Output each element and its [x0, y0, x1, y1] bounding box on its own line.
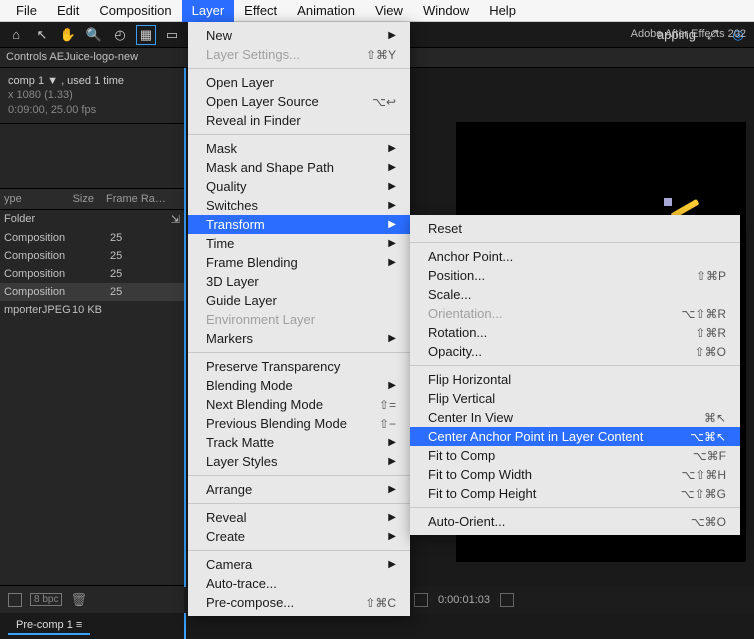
- bin-icon[interactable]: [8, 593, 22, 607]
- col-size-header[interactable]: Size: [58, 189, 98, 209]
- layer-menu-separator: [188, 550, 410, 551]
- transform-menu-auto-orient[interactable]: Auto-Orient...⌥⌘O: [410, 512, 740, 531]
- layer-menu-guide-layer[interactable]: Guide Layer: [188, 291, 410, 310]
- project-row[interactable]: Composition25: [0, 247, 184, 265]
- project-row[interactable]: Composition25: [0, 283, 184, 301]
- timeline-tabs: Pre-comp 1 ≡: [0, 613, 184, 639]
- layer-menu-previous-blending-mode[interactable]: Previous Blending Mode⇧−: [188, 414, 410, 433]
- layer-menu-layer-settings: Layer Settings...⇧⌘Y: [188, 45, 410, 64]
- layer-menu-next-blending-mode[interactable]: Next Blending Mode⇧=: [188, 395, 410, 414]
- layer-menu-reveal[interactable]: Reveal▶: [188, 508, 410, 527]
- layer-menu-preserve-transparency[interactable]: Preserve Transparency: [188, 357, 410, 376]
- menubar-item-file[interactable]: File: [6, 0, 47, 22]
- transform-menu-center-in-view[interactable]: Center In View⌘↖: [410, 408, 740, 427]
- transform-menu-fit-to-comp-height[interactable]: Fit to Comp Height⌥⇧⌘G: [410, 484, 740, 503]
- project-panel: comp 1 ▼ , used 1 time x 1080 (1.33) 0:0…: [0, 68, 184, 639]
- layer-menu-separator: [188, 475, 410, 476]
- comp-info: comp 1 ▼ , used 1 time x 1080 (1.33) 0:0…: [0, 68, 184, 124]
- layer-menu-separator: [188, 68, 410, 69]
- os-menubar: FileEditCompositionLayerEffectAnimationV…: [0, 0, 754, 22]
- transform-menu-scale[interactable]: Scale...: [410, 285, 740, 304]
- layer-menu-open-layer-source[interactable]: Open Layer Source⌥↩: [188, 92, 410, 111]
- layer-menu-open-layer[interactable]: Open Layer: [188, 73, 410, 92]
- transform-menu-orientation: Orientation...⌥⇧⌘R: [410, 304, 740, 323]
- comp-fps-line: 0:09:00, 25.00 fps: [8, 103, 176, 117]
- menubar-item-composition[interactable]: Composition: [89, 0, 181, 22]
- layer-menu-reveal-in-finder[interactable]: Reveal in Finder: [188, 111, 410, 130]
- layer-menu: New▶Layer Settings...⇧⌘Y Open LayerOpen L…: [188, 22, 410, 616]
- layer-menu-quality[interactable]: Quality▶: [188, 177, 410, 196]
- layer-menu-markers[interactable]: Markers▶: [188, 329, 410, 348]
- mask-toggle-icon[interactable]: [414, 593, 428, 607]
- pointer-icon[interactable]: ↖: [32, 25, 52, 45]
- timeline-tab[interactable]: Pre-comp 1 ≡: [8, 617, 90, 635]
- layer-menu-new[interactable]: New▶: [188, 26, 410, 45]
- layer-menu-arrange[interactable]: Arrange▶: [188, 480, 410, 499]
- transform-menu-separator: [410, 365, 740, 366]
- project-footer: 8 bpc 🗑: [0, 585, 184, 613]
- project-header-row: ype Size Frame Ra…: [0, 188, 184, 210]
- transform-menu-separator: [410, 242, 740, 243]
- layer-menu-layer-styles[interactable]: Layer Styles▶: [188, 452, 410, 471]
- transform-menu-separator: [410, 507, 740, 508]
- comp-name-line: comp 1 ▼ , used 1 time: [8, 74, 176, 88]
- layer-menu-mask[interactable]: Mask▶: [188, 139, 410, 158]
- layer-menu-environment-layer: Environment Layer: [188, 310, 410, 329]
- transform-menu-flip-vertical[interactable]: Flip Vertical: [410, 389, 740, 408]
- layer-menu-transform[interactable]: Transform▶: [188, 215, 410, 234]
- transform-menu-center-anchor-point-in-layer-content[interactable]: Center Anchor Point in Layer Content⌥⌘↖: [410, 427, 740, 446]
- menubar-item-window[interactable]: Window: [413, 0, 479, 22]
- bpc-icon[interactable]: 8 bpc: [30, 593, 62, 606]
- rect-icon[interactable]: ▭: [162, 25, 182, 45]
- menubar-item-animation[interactable]: Animation: [287, 0, 365, 22]
- layer-menu-blending-mode[interactable]: Blending Mode▶: [188, 376, 410, 395]
- transform-menu-fit-to-comp-width[interactable]: Fit to Comp Width⌥⇧⌘H: [410, 465, 740, 484]
- layer-menu-camera[interactable]: Camera▶: [188, 555, 410, 574]
- project-row[interactable]: Composition25: [0, 229, 184, 247]
- timecode[interactable]: 0:00:01:03: [438, 594, 490, 606]
- zoom-icon[interactable]: 🔍: [84, 25, 104, 45]
- region-icon[interactable]: ▦: [136, 25, 156, 45]
- layer-menu-frame-blending[interactable]: Frame Blending▶: [188, 253, 410, 272]
- menubar-item-view[interactable]: View: [365, 0, 413, 22]
- col-type-header[interactable]: ype: [0, 189, 58, 209]
- layer-menu-switches[interactable]: Switches▶: [188, 196, 410, 215]
- layer-menu-auto-trace[interactable]: Auto-trace...: [188, 574, 410, 593]
- transform-menu-anchor-point[interactable]: Anchor Point...: [410, 247, 740, 266]
- transform-menu-position[interactable]: Position...⇧⌘P: [410, 266, 740, 285]
- transform-menu-opacity[interactable]: Opacity...⇧⌘O: [410, 342, 740, 361]
- project-row[interactable]: mporterJPEG10 KB: [0, 301, 184, 319]
- project-row[interactable]: Composition25: [0, 265, 184, 283]
- menubar-item-effect[interactable]: Effect: [234, 0, 287, 22]
- project-table: ype Size Frame Ra… Folder ⇲Composition25…: [0, 188, 184, 319]
- col-framerate-header[interactable]: Frame Ra…: [98, 189, 184, 209]
- layer-menu-create[interactable]: Create▶: [188, 527, 410, 546]
- layer-menu-separator: [188, 134, 410, 135]
- transform-menu-rotation[interactable]: Rotation...⇧⌘R: [410, 323, 740, 342]
- orbit-icon[interactable]: ◴: [110, 25, 130, 45]
- menubar-item-edit[interactable]: Edit: [47, 0, 89, 22]
- layer-menu-time[interactable]: Time▶: [188, 234, 410, 253]
- roi-icon[interactable]: [500, 593, 514, 607]
- home-icon[interactable]: ⌂: [6, 25, 26, 45]
- layer-handle[interactable]: [664, 198, 672, 206]
- project-row[interactable]: Folder ⇲: [0, 210, 184, 229]
- layer-menu-separator: [188, 352, 410, 353]
- transform-menu-fit-to-comp[interactable]: Fit to Comp⌥⌘F: [410, 446, 740, 465]
- app-title: Adobe After Effects 202: [631, 28, 746, 40]
- transform-menu-reset[interactable]: Reset: [410, 219, 740, 238]
- transform-submenu: Reset Anchor Point...Position...⇧⌘PScale.…: [410, 215, 740, 535]
- layer-menu-mask-and-shape-path[interactable]: Mask and Shape Path▶: [188, 158, 410, 177]
- menubar-item-layer[interactable]: Layer: [182, 0, 235, 22]
- menubar-item-help[interactable]: Help: [479, 0, 526, 22]
- layer-menu-track-matte[interactable]: Track Matte▶: [188, 433, 410, 452]
- layer-menu-separator: [188, 503, 410, 504]
- hand-icon[interactable]: ✋: [58, 25, 78, 45]
- transform-menu-flip-horizontal[interactable]: Flip Horizontal: [410, 370, 740, 389]
- comp-dim-line: x 1080 (1.33): [8, 88, 176, 102]
- trash-icon[interactable]: 🗑: [70, 592, 87, 608]
- layer-menu-3d-layer[interactable]: 3D Layer: [188, 272, 410, 291]
- layer-menu-pre-compose[interactable]: Pre-compose...⇧⌘C: [188, 593, 410, 612]
